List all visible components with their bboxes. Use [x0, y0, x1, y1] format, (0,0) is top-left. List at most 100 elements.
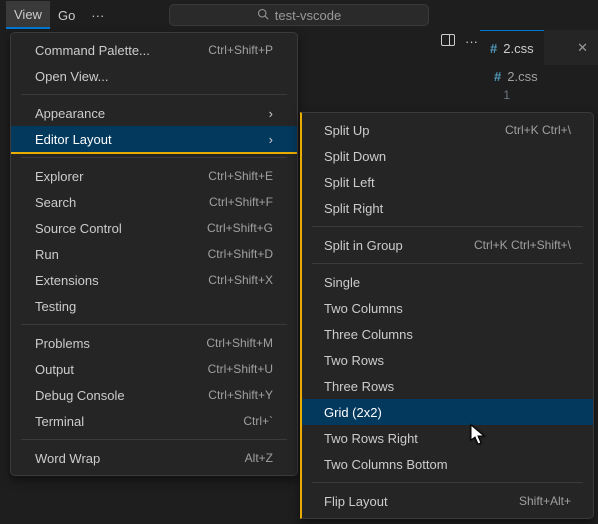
tab-close-icon[interactable]: ✕: [567, 40, 598, 56]
submenu-split-left[interactable]: Split Left: [302, 169, 593, 195]
menu-separator: [312, 263, 583, 264]
menu-command-palette[interactable]: Command Palette... Ctrl+Shift+P: [11, 37, 297, 63]
menu-shortcut: Ctrl+Shift+P: [208, 43, 273, 57]
menu-shortcut: Ctrl+Shift+E: [208, 169, 273, 183]
menu-label: Appearance: [35, 106, 105, 121]
menu-label: Split Down: [324, 149, 386, 164]
submenu-split-in-group[interactable]: Split in Group Ctrl+K Ctrl+Shift+\: [302, 232, 593, 258]
menu-shortcut: Ctrl+Shift+U: [208, 362, 273, 376]
submenu-two-columns[interactable]: Two Columns: [302, 295, 593, 321]
menu-label: Output: [35, 362, 74, 377]
menu-terminal[interactable]: Terminal Ctrl+`: [11, 408, 297, 434]
menu-label: Explorer: [35, 169, 83, 184]
submenu-split-up[interactable]: Split Up Ctrl+K Ctrl+\: [302, 117, 593, 143]
submenu-split-right[interactable]: Split Right: [302, 195, 593, 221]
menu-label: Testing: [35, 299, 76, 314]
menu-label: Split Up: [324, 123, 370, 138]
menu-separator: [312, 226, 583, 227]
submenu-three-columns[interactable]: Three Columns: [302, 321, 593, 347]
menu-open-view[interactable]: Open View...: [11, 63, 297, 89]
menu-label: Two Columns Bottom: [324, 457, 448, 472]
menu-extensions[interactable]: Extensions Ctrl+Shift+X: [11, 267, 297, 293]
menu-separator: [21, 157, 287, 158]
menu-shortcut: Ctrl+`: [243, 414, 273, 428]
submenu-single[interactable]: Single: [302, 269, 593, 295]
submenu-flip-layout[interactable]: Flip Layout Shift+Alt+: [302, 488, 593, 514]
css-file-icon: #: [494, 69, 501, 84]
split-editor-icon[interactable]: [441, 34, 455, 49]
menu-testing[interactable]: Testing: [11, 293, 297, 319]
menu-search[interactable]: Search Ctrl+Shift+F: [11, 189, 297, 215]
menu-label: Search: [35, 195, 76, 210]
menu-label: Grid (2x2): [324, 405, 382, 420]
menu-shortcut: Ctrl+Shift+X: [208, 273, 273, 287]
menu-separator: [312, 482, 583, 483]
breadcrumb-label: 2.css: [507, 69, 537, 84]
menu-separator: [21, 439, 287, 440]
menu-editor-layout[interactable]: Editor Layout ›: [11, 126, 297, 152]
submenu-two-rows[interactable]: Two Rows: [302, 347, 593, 373]
submenu-grid-2x2[interactable]: Grid (2x2): [302, 399, 593, 425]
breadcrumb[interactable]: # 2.css: [480, 65, 598, 87]
menu-view[interactable]: View: [6, 1, 50, 29]
chevron-right-icon: ›: [269, 132, 273, 147]
menu-label: Editor Layout: [35, 132, 112, 147]
menu-debug-console[interactable]: Debug Console Ctrl+Shift+Y: [11, 382, 297, 408]
menu-run[interactable]: Run Ctrl+Shift+D: [11, 241, 297, 267]
title-bar: View Go ··· ← → test-vscode: [0, 0, 598, 30]
menu-label: Three Columns: [324, 327, 413, 342]
menu-label: Command Palette...: [35, 43, 150, 58]
css-file-icon: #: [490, 41, 497, 56]
search-label: test-vscode: [275, 8, 341, 23]
more-actions-icon[interactable]: ···: [465, 34, 478, 49]
command-center-search[interactable]: test-vscode: [169, 4, 429, 26]
editor-tabs: # 2.css ✕: [480, 30, 598, 65]
menu-label: Two Rows: [324, 353, 384, 368]
menu-problems[interactable]: Problems Ctrl+Shift+M: [11, 330, 297, 356]
menu-label: Open View...: [35, 69, 108, 84]
menu-label: Run: [35, 247, 59, 262]
menu-separator: [21, 324, 287, 325]
menu-overflow-icon[interactable]: ···: [83, 8, 112, 23]
menu-label: Two Rows Right: [324, 431, 418, 446]
menu-shortcut: Shift+Alt+: [519, 494, 571, 508]
submenu-two-columns-bottom[interactable]: Two Columns Bottom: [302, 451, 593, 477]
menu-label: Word Wrap: [35, 451, 100, 466]
view-menu-dropdown: Command Palette... Ctrl+Shift+P Open Vie…: [10, 32, 298, 476]
menu-shortcut: Ctrl+Shift+G: [207, 221, 273, 235]
menu-shortcut: Ctrl+K Ctrl+Shift+\: [474, 238, 571, 252]
menu-label: Problems: [35, 336, 90, 351]
menu-label: Split Right: [324, 201, 383, 216]
menu-label: Source Control: [35, 221, 122, 236]
menu-appearance[interactable]: Appearance ›: [11, 100, 297, 126]
menu-label: Split in Group: [324, 238, 403, 253]
menu-source-control[interactable]: Source Control Ctrl+Shift+G: [11, 215, 297, 241]
menu-label: Terminal: [35, 414, 84, 429]
menu-shortcut: Alt+Z: [245, 451, 273, 465]
menu-shortcut: Ctrl+Shift+M: [206, 336, 273, 350]
editor-layout-submenu: Split Up Ctrl+K Ctrl+\ Split Down Split …: [300, 112, 594, 519]
menu-separator: [21, 94, 287, 95]
menu-shortcut: Ctrl+K Ctrl+\: [505, 123, 571, 137]
menu-label: Single: [324, 275, 360, 290]
menu-label: Extensions: [35, 273, 99, 288]
menu-label: Debug Console: [35, 388, 125, 403]
line-number: 1: [503, 88, 510, 102]
menu-label: Three Rows: [324, 379, 394, 394]
menu-label: Flip Layout: [324, 494, 388, 509]
search-icon: [257, 8, 269, 23]
menu-output[interactable]: Output Ctrl+Shift+U: [11, 356, 297, 382]
submenu-split-down[interactable]: Split Down: [302, 143, 593, 169]
menu-go[interactable]: Go: [50, 1, 83, 29]
submenu-two-rows-right[interactable]: Two Rows Right: [302, 425, 593, 451]
tab-2css[interactable]: # 2.css: [480, 30, 544, 65]
menu-bar: View Go ···: [0, 0, 112, 30]
chevron-right-icon: ›: [269, 106, 273, 121]
menu-shortcut: Ctrl+Shift+D: [208, 247, 273, 261]
menu-word-wrap[interactable]: Word Wrap Alt+Z: [11, 445, 297, 471]
menu-shortcut: Ctrl+Shift+Y: [208, 388, 273, 402]
submenu-three-rows[interactable]: Three Rows: [302, 373, 593, 399]
menu-explorer[interactable]: Explorer Ctrl+Shift+E: [11, 163, 297, 189]
menu-label: Two Columns: [324, 301, 403, 316]
editor-actions: ···: [441, 34, 478, 49]
